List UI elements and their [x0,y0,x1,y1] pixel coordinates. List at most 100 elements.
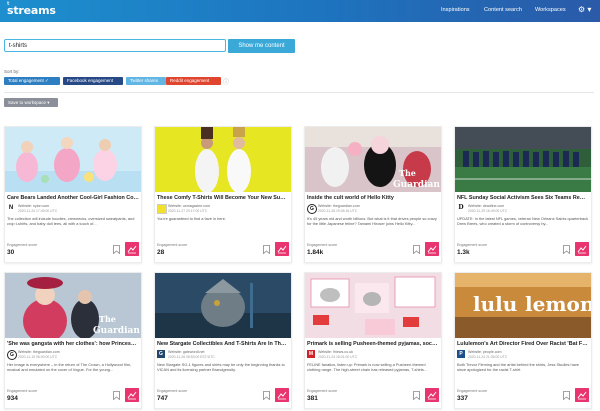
content-card[interactable]: The Guardian Inside the cult world of He… [304,126,442,263]
search-input[interactable]: t-shirts [4,39,226,52]
bookmark-icon[interactable] [563,245,570,254]
nav-inspirations[interactable]: Inspirations [441,7,470,13]
source-favicon-icon: G [307,204,317,214]
svg-text:Guardian: Guardian [93,326,140,336]
card-thumbnail[interactable] [5,127,141,192]
engagement-label: Engagement score [457,243,488,247]
svg-text:The: The [399,168,416,178]
card-description: Both Trevor Fleming and the artist behin… [457,362,579,373]
engagement-value: 1.84k [307,249,324,256]
stats-icon[interactable] [425,242,439,256]
card-thumbnail[interactable]: lulu lemon [455,273,591,338]
card-date: 2020-11-29 16:49:00 UTC [468,208,508,213]
stats-icon[interactable] [275,242,289,256]
svg-text:The: The [99,314,116,324]
logo-text: streams [7,4,56,17]
card-title[interactable]: Care Bears Landed Another Cool-Girl Fash… [7,195,139,201]
content-card[interactable]: NFL Sunday Social Activism Sees Six Team… [454,126,592,263]
engagement-value: 30 [7,249,15,256]
card-thumbnail[interactable]: The Guardian [305,127,441,192]
card-source: Website: 9news.co.uk [318,350,353,354]
divider [4,92,594,93]
card-source: Website: theguardian.com [18,350,60,354]
source-favicon-icon: N [8,205,14,211]
engagement-value: 747 [157,395,168,402]
nav-workspaces[interactable]: Workspaces [535,7,566,13]
bookmark-icon[interactable] [263,245,270,254]
sort-facebook-engagement[interactable]: Facebook engagement [63,77,123,85]
card-title[interactable]: Lululemon's Art Director Fired Over Raci… [457,341,589,347]
card-thumbnail[interactable] [155,273,291,338]
card-description: It's 45 years old and worth billions. Bu… [307,216,437,227]
engagement-label: Engagement score [457,389,488,393]
bookmark-icon[interactable] [413,245,420,254]
card-thumbnail[interactable] [155,127,291,192]
engagement-label: Engagement score [157,243,188,247]
content-card[interactable]: New Stargate Collectibles And T-Shirts A… [154,272,292,409]
svg-text:Guardian: Guardian [393,180,440,190]
stats-icon[interactable] [425,388,439,402]
save-to-workspace-button[interactable]: Save to workspace ▾ [4,98,58,107]
card-description: The collection will include hoodies, cre… [7,216,135,227]
content-card[interactable]: Care Bears Landed Another Cool-Girl Fash… [4,126,142,263]
bookmark-icon[interactable] [563,391,570,400]
stats-icon[interactable] [125,388,139,402]
sort-total-engagement[interactable]: Total engagement ✓ [4,77,60,85]
card-title[interactable]: NFL Sunday Social Activism Sees Six Team… [457,195,589,201]
content-card[interactable]: lulu lemon Lululemon's Art Director Fire… [454,272,592,409]
source-favicon-icon: M [307,350,315,358]
stats-icon[interactable] [575,388,589,402]
svg-text:lemon: lemon [525,292,591,316]
card-title[interactable]: Primark is selling Pusheen-themed pyjama… [307,341,439,347]
sort-reddit-engagement[interactable]: Reddit engagement [166,77,221,85]
logo[interactable]: t streams [7,1,56,17]
card-source: Website: usmagazine.com [168,204,211,208]
engagement-value: 28 [157,249,165,256]
nav-content-search[interactable]: Content search [484,7,522,13]
bookmark-icon[interactable] [113,391,120,400]
engagement-label: Engagement score [307,243,338,247]
card-title[interactable]: 'She was gangsta with her clothes': how … [7,341,139,347]
card-description: New Stargate SG-1 figures and shirts may… [157,362,285,373]
info-icon[interactable]: ⓘ [223,77,229,86]
card-thumbnail[interactable] [305,273,441,338]
card-description: FELINE fanatics, listen up: Primark is n… [307,362,428,373]
card-source: Website: people.com [468,350,502,354]
engagement-value: 381 [307,395,318,402]
card-title[interactable]: Inside the cult world of Hello Kitty [307,195,439,201]
show-content-button[interactable]: Show me content [228,39,295,53]
stats-icon[interactable] [125,242,139,256]
engagement-value: 337 [457,395,468,402]
gear-icon[interactable]: ⚙ ▾ [578,5,591,14]
card-description: You're guaranteed to find a fave in here… [157,216,226,221]
card-source: Website: deadline.com [468,204,505,208]
sort-twitter-shares[interactable]: Twitter shares [126,77,166,85]
engagement-label: Engagement score [157,389,188,393]
svg-text:lulu: lulu [473,292,517,316]
bookmark-icon[interactable] [413,391,420,400]
card-thumbnail[interactable]: The Guardian [5,273,141,338]
card-date: 2020-11-19 06:00:00 UTC [18,354,58,359]
bookmark-icon[interactable] [263,391,270,400]
bookmark-icon[interactable] [113,245,120,254]
stats-icon[interactable] [275,388,289,402]
card-date: 2020-11-24 17:49:00 UTC [18,208,58,213]
card-title[interactable]: These Comfy T-Shirts Will Become Your Ne… [157,195,289,201]
card-description: UPDATE: In the latest NFL games, veteran… [457,216,589,227]
content-card[interactable]: These Comfy T-Shirts Will Become Your Ne… [154,126,292,263]
card-date: 2020-11-27 20:17:00 UTC [168,208,208,213]
source-favicon-icon: G [157,350,165,358]
card-title[interactable]: New Stargate Collectibles And T-Shirts A… [157,341,289,347]
card-date: 2020-11-24 18:01:00 UTC [318,354,358,359]
content-card[interactable]: The Guardian 'She was gangsta with her c… [4,272,142,409]
card-thumbnail[interactable] [455,127,591,192]
content-card[interactable]: Primark is selling Pusheen-themed pyjama… [304,272,442,409]
logo-sub: t [7,1,10,7]
source-favicon-icon: D [458,204,464,211]
card-source: Website: theguardian.com [318,204,360,208]
card-source: Website: nylon.com [18,204,50,208]
stats-icon[interactable] [575,242,589,256]
engagement-value: 934 [7,395,18,402]
engagement-value: 1.3k [457,249,470,256]
engagement-label: Engagement score [7,243,38,247]
